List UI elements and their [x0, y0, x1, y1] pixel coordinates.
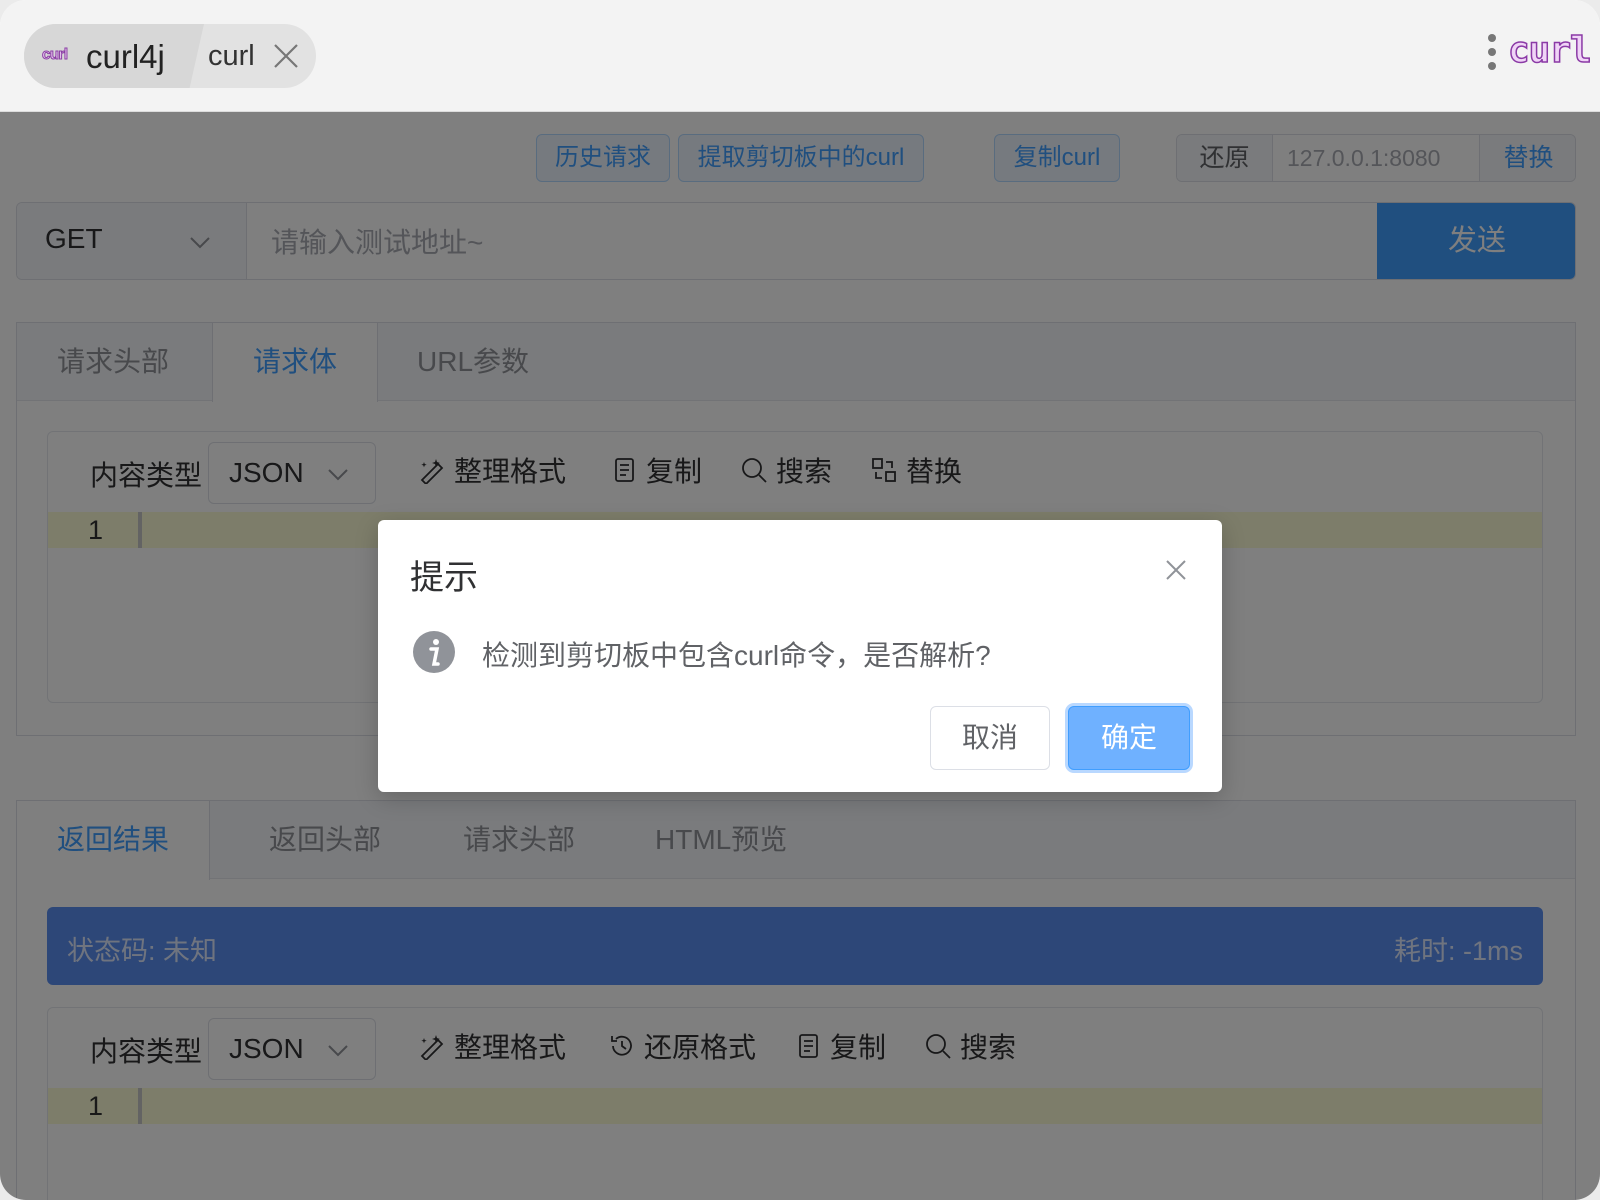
brand-logo: curl	[1507, 29, 1592, 72]
close-icon[interactable]	[272, 42, 300, 70]
info-icon	[413, 631, 455, 673]
tab-title[interactable]: curl4j	[86, 38, 165, 76]
app-window: curl curl4j curl curl 历史请求 提取剪切板中的curl 复…	[0, 0, 1600, 1200]
close-icon[interactable]	[1162, 556, 1190, 584]
curl-tab-logo: curl	[42, 46, 69, 64]
dialog-message: 检测到剪切板中包含curl命令，是否解析?	[482, 640, 991, 671]
tab-group: curl curl4j curl	[24, 24, 316, 88]
dialog-title: 提示	[410, 559, 478, 597]
title-bar: curl curl4j curl curl	[0, 0, 1600, 112]
confirm-button[interactable]: 确定	[1068, 706, 1190, 770]
more-vertical-icon[interactable]	[1486, 34, 1498, 78]
tab-subtitle[interactable]: curl	[208, 40, 255, 73]
confirm-dialog: 提示 检测到剪切板中包含curl命令，是否解析? 取消 确定	[378, 520, 1222, 792]
cancel-button[interactable]: 取消	[930, 706, 1050, 770]
